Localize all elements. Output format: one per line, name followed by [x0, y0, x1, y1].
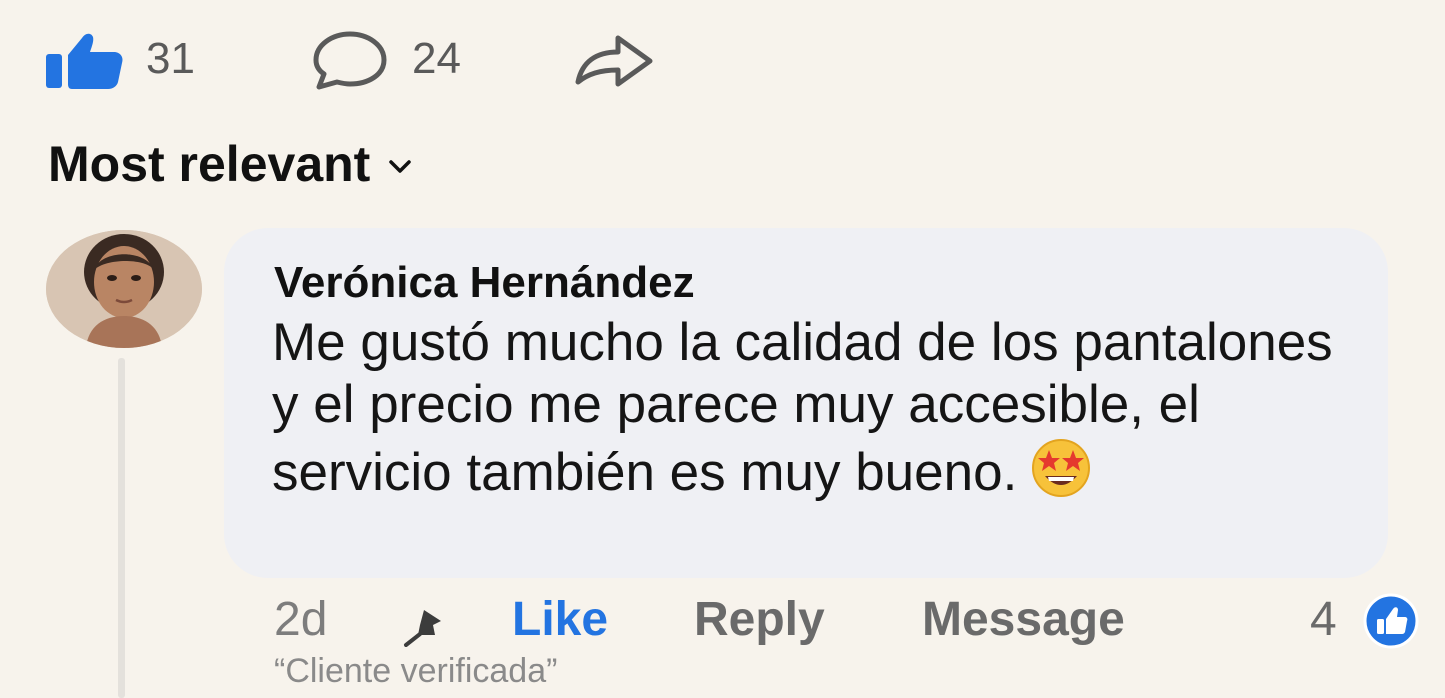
comment-stat[interactable]: 24	[310, 26, 461, 92]
sort-dropdown[interactable]: Most relevant	[48, 135, 412, 193]
like-button[interactable]: Like	[512, 590, 608, 650]
comment-author[interactable]: Verónica Hernández	[274, 258, 695, 308]
comment-timestamp[interactable]: 2d	[274, 590, 327, 650]
reaction-count[interactable]: 4	[1310, 590, 1337, 650]
share-arrow-icon	[575, 35, 653, 87]
chevron-down-icon	[389, 160, 412, 173]
like-count: 31	[146, 34, 195, 83]
speech-bubble-icon	[313, 31, 387, 90]
like-stat[interactable]: 31	[44, 26, 195, 92]
sort-label: Most relevant	[48, 136, 371, 192]
thumbs-up-icon	[46, 33, 123, 89]
verified-note: “Cliente verificada”	[274, 652, 558, 690]
comment-text: Me gustó mucho la calidad de los pantalo…	[272, 313, 1333, 502]
reply-button[interactable]: Reply	[694, 590, 825, 650]
avatar-photo	[46, 230, 202, 348]
comment-count: 24	[412, 34, 461, 83]
reaction-bar: 31 24	[0, 0, 1445, 120]
avatar[interactable]	[46, 230, 202, 348]
comment-actions: 2d Like Reply Message 4	[0, 590, 1445, 650]
share-stat[interactable]	[572, 26, 656, 92]
comment-text-block: Me gustó mucho la calidad de los pantalo…	[272, 312, 1372, 514]
message-button[interactable]: Message	[922, 590, 1125, 650]
star-struck-emoji	[1029, 436, 1093, 514]
like-reaction-icon[interactable]	[1362, 592, 1420, 665]
